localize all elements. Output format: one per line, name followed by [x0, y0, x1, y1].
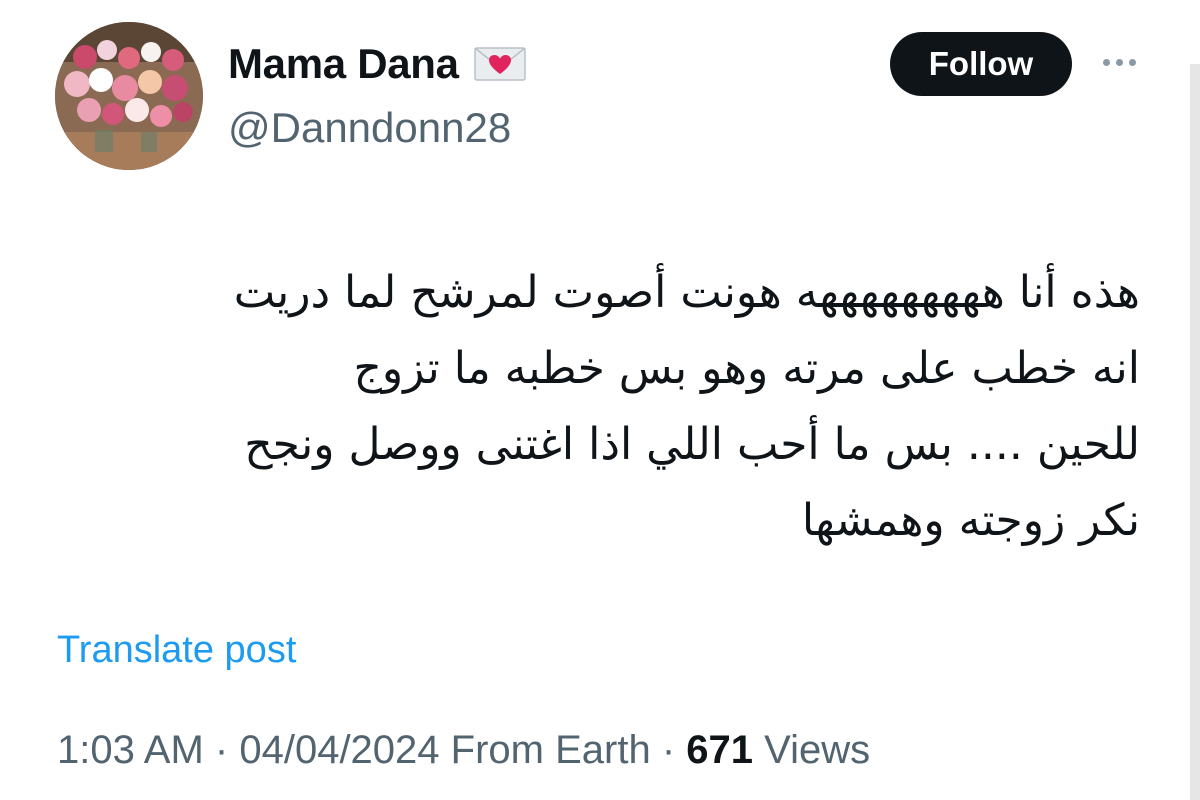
avatar[interactable]	[55, 22, 203, 170]
meta-separator: ·	[214, 728, 229, 772]
post-text-line: انه خطب على مرته وهو بس خطبه ما تزوج	[353, 343, 1140, 394]
post-text-line: هذه أنا هههههههههه هونت أصوت لمرشح لما د…	[233, 267, 1140, 318]
love-letter-icon	[473, 44, 527, 84]
scrollbar-edge	[1190, 64, 1200, 800]
flowers-photo-icon	[55, 22, 203, 170]
post-text-line: نكر زوجته وهمشها	[801, 495, 1140, 546]
post-time[interactable]: 1:03 AM	[57, 728, 204, 772]
views-count[interactable]: 671	[686, 728, 753, 772]
post-card: Mama Dana @Danndonn28 Follow هذه أنا ههه…	[0, 0, 1200, 800]
post-text: هذه أنا هههههههههه هونت أصوت لمرشح لما د…	[40, 255, 1140, 559]
translate-post-link[interactable]: Translate post	[57, 626, 296, 674]
views-label[interactable]: Views	[764, 728, 870, 772]
author-name-row: Mama Dana	[228, 38, 527, 90]
author-display-name[interactable]: Mama Dana	[228, 38, 459, 90]
post-meta: 1:03 AM · 04/04/2024 From Earth · 671 Vi…	[57, 724, 870, 776]
post-date[interactable]: 04/04/2024	[239, 728, 439, 772]
author-handle[interactable]: @Danndonn28	[228, 102, 511, 154]
post-source: From Earth	[450, 728, 651, 772]
more-options-icon[interactable]	[1096, 42, 1142, 82]
meta-separator: ·	[661, 728, 676, 772]
follow-button[interactable]: Follow	[890, 32, 1072, 96]
post-text-line: للحين .... بس ما أحب اللي اذا اغتنى ووصل…	[244, 419, 1140, 470]
